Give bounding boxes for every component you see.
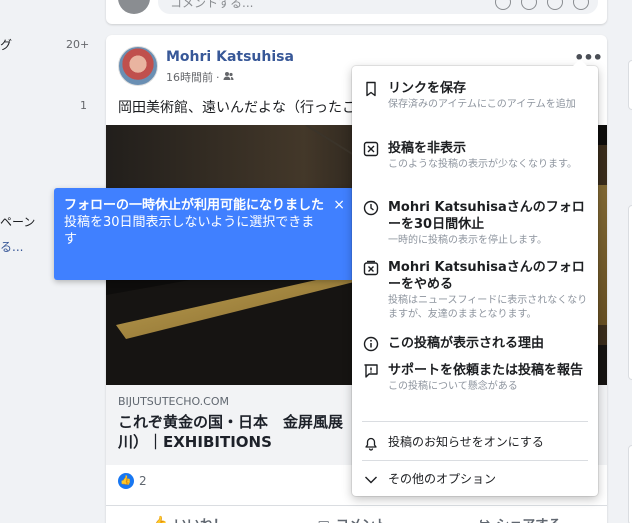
sidebar-item-count: 20+	[66, 38, 90, 51]
bell-icon	[363, 435, 379, 451]
menu-item-save-link[interactable]: リンクを保存 保存済みのアイテムにこのアイテムを追加	[352, 80, 598, 112]
link-title[interactable]: これぞ黄金の国・日本 金屏風展 川）｜EXHIBITIONS	[118, 412, 358, 452]
menu-divider	[362, 421, 588, 422]
sidebar-item-count: 1	[80, 99, 87, 112]
menu-item-hide-post[interactable]: 投稿を非表示 このような投稿の表示が少なくなります。	[352, 140, 598, 172]
author-name[interactable]: Mohri Katsuhisa	[166, 49, 294, 65]
like-count: 2	[139, 474, 147, 488]
menu-item-snooze[interactable]: Mohri Katsuhisaさんのフォローを30日間休止 一時的に投稿の表示を…	[352, 199, 598, 248]
see-more-link[interactable]: る...	[0, 238, 23, 255]
reactions-summary[interactable]: 👍 2	[118, 473, 147, 489]
like-reaction-icon: 👍	[118, 473, 134, 489]
post-meta: 16時間前 ·	[166, 69, 234, 85]
post-actions: 👍いいね！ ▭コメント ↪シェアする	[106, 505, 607, 523]
tooltip-title: フォローの一時休止が利用可能になりました	[64, 198, 325, 213]
avatar	[118, 0, 150, 14]
sidebar-item-label[interactable]: ペーン	[0, 213, 35, 230]
clock-icon	[363, 200, 379, 216]
separator-dot: ·	[216, 70, 220, 84]
post-options-menu: リンクを保存 保存済みのアイテムにこのアイテムを追加 投稿を非表示 このような投…	[352, 59, 598, 496]
menu-item-notifications[interactable]: 投稿のお知らせをオンにする	[352, 434, 598, 451]
tooltip-body: 投稿を30日間表示しないように選択できます	[64, 215, 315, 247]
friends-audience-icon[interactable]	[223, 71, 234, 84]
like-button[interactable]: 👍いいね！	[152, 514, 226, 523]
menu-divider	[362, 460, 588, 461]
comment-bar: コメントする...	[106, 0, 607, 24]
sticker-icon[interactable]	[573, 0, 589, 10]
snooze-tooltip: フォローの一時休止が利用可能になりました 投稿を30日間表示しないように選択でき…	[54, 188, 362, 280]
comment-tools	[495, 0, 589, 10]
info-icon	[363, 336, 379, 352]
menu-item-why-seeing[interactable]: この投稿が表示される理由	[352, 335, 598, 352]
right-card	[628, 60, 632, 110]
report-icon	[363, 363, 379, 379]
menu-item-more-options[interactable]: その他のオプション	[352, 471, 598, 487]
emoji-icon[interactable]	[495, 0, 511, 10]
sidebar-item-label[interactable]: グ	[0, 36, 12, 53]
post-text: 岡田美術館、遠いんだよな（行ったこ	[118, 100, 356, 116]
bookmark-icon	[363, 81, 379, 97]
right-column	[616, 0, 632, 523]
close-icon[interactable]: ×	[333, 197, 345, 213]
share-icon: ↪	[479, 516, 490, 523]
right-card	[628, 205, 632, 380]
chevron-down-icon	[363, 472, 379, 488]
hide-post-icon	[363, 141, 379, 157]
right-card	[628, 445, 632, 523]
share-button[interactable]: ↪シェアする	[479, 514, 561, 523]
link-domain: BIJUTSUTECHO.COM	[118, 395, 229, 408]
comment-button[interactable]: ▭コメント	[317, 514, 387, 523]
gif-icon[interactable]	[547, 0, 563, 10]
menu-item-report[interactable]: サポートを依頼または投稿を報告 この投稿について懸念がある	[352, 362, 598, 394]
unfollow-icon	[363, 260, 379, 276]
thumbs-up-icon: 👍	[152, 516, 168, 523]
comment-icon: ▭	[317, 516, 329, 523]
camera-icon[interactable]	[521, 0, 537, 10]
author-avatar[interactable]	[118, 46, 158, 86]
post-time[interactable]: 16時間前	[166, 69, 213, 85]
menu-item-unfollow[interactable]: Mohri Katsuhisaさんのフォローをやめる 投稿はニュースフィードに表…	[352, 259, 598, 322]
